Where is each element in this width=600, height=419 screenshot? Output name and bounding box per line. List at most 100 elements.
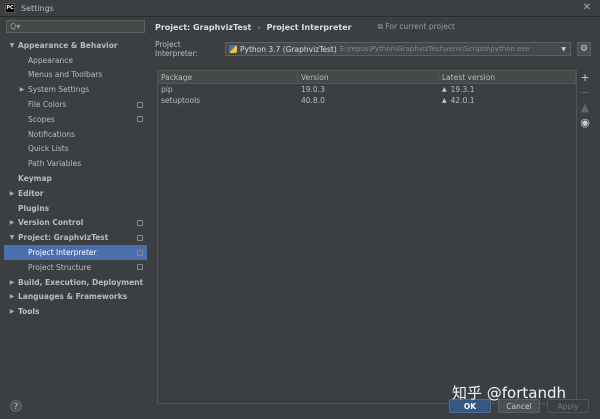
chevron-right-icon[interactable]: ▶ — [8, 293, 16, 300]
project-level-icon — [137, 116, 143, 123]
sidebar-item-appearance-behavior[interactable]: ▼ Appearance & Behavior — [4, 38, 147, 53]
interpreter-settings-button[interactable]: ⚙ — [577, 42, 591, 56]
chevron-right-icon[interactable]: ▶ — [8, 279, 16, 286]
project-level-icon — [137, 234, 143, 241]
sidebar-item-label: File Colors — [28, 100, 67, 110]
chevron-right-icon[interactable]: ▶ — [18, 86, 26, 93]
watermark: 知乎 @fortandh — [452, 384, 567, 402]
breadcrumb-page: Project Interpreter — [266, 22, 352, 32]
add-package-button[interactable]: + — [580, 70, 589, 85]
project-level-icon — [137, 264, 143, 271]
sidebar-item-editor[interactable]: ▶ Editor — [4, 186, 147, 201]
sidebar-item-project-structure[interactable]: Project Structure — [4, 260, 147, 275]
header-package[interactable]: Package — [158, 71, 298, 83]
header-version[interactable]: Version — [298, 71, 439, 83]
chevron-right-icon[interactable]: ▶ — [8, 219, 16, 226]
sidebar-item-plugins[interactable]: Plugins — [4, 201, 147, 216]
pycharm-logo-icon: PC — [5, 3, 15, 13]
interpreter-label: Project Interpreter: — [155, 40, 198, 58]
sidebar-item-label: Project Structure — [28, 262, 91, 272]
upgrade-available-icon: ▲ — [442, 97, 447, 104]
table-row[interactable]: pip 19.0.3 ▲ 19.3.1 — [158, 84, 576, 95]
help-button[interactable]: ? — [10, 400, 22, 412]
search-icon: Q▾ — [10, 22, 21, 31]
sidebar-item-build-execution-deployment[interactable]: ▶ Build, Execution, Deployment — [4, 275, 147, 290]
project-level-icon — [137, 101, 143, 108]
table-body: pip 19.0.3 ▲ 19.3.1 setuptools 40.8.0 ▲ 42.0.1 — [158, 84, 576, 106]
main-panel: Project: GraphvizTest › Project Interpre… — [155, 20, 595, 404]
latest-version-label: 42.0.1 — [450, 96, 475, 105]
sidebar-item-quick-lists[interactable]: Quick Lists — [4, 142, 147, 157]
sidebar-item-label: Build, Execution, Deployment — [18, 277, 144, 287]
sidebar-item-label: Project: GraphvizTest — [18, 233, 109, 243]
scope-note: ⧉ For current project — [378, 22, 455, 32]
project-level-icon — [137, 249, 143, 256]
sidebar-item-label: Keymap — [18, 174, 52, 184]
interpreter-select[interactable]: Python 3.7 (GraphvizTest) E:\repos\Pytho… — [225, 42, 571, 56]
python-icon — [229, 45, 237, 53]
upgrade-available-icon: ▲ — [442, 86, 447, 93]
sidebar-item-label: Version Control — [18, 218, 84, 228]
chevron-right-icon[interactable]: ▶ — [8, 308, 16, 315]
table-header: Package Version Latest version — [158, 71, 576, 84]
sidebar-item-menus-and-toolbars[interactable]: Menus and Toolbars — [4, 68, 147, 83]
package-name: pip — [161, 85, 173, 94]
sidebar-item-system-settings[interactable]: ▶ System Settings — [4, 82, 147, 97]
project-level-icon — [137, 219, 143, 226]
packages-table: Package Version Latest version pip 19.0.3… — [157, 70, 577, 404]
sidebar-item-file-colors[interactable]: File Colors — [4, 97, 147, 112]
close-icon[interactable]: ✕ — [583, 2, 591, 13]
sidebar-item-label: Project Interpreter — [28, 248, 97, 258]
breadcrumb-project: Project: GraphvizTest — [155, 22, 252, 32]
copy-icon: ⧉ — [377, 22, 383, 31]
sidebar-item-label: Plugins — [18, 203, 50, 213]
latest-version-label: 19.3.1 — [450, 85, 475, 94]
chevron-down-icon[interactable]: ▼ — [8, 234, 16, 241]
interpreter-row: Project Interpreter: Python 3.7 (Graphvi… — [155, 40, 595, 58]
sidebar-item-path-variables[interactable]: Path Variables — [4, 156, 147, 171]
scope-note-text: For current project — [385, 22, 455, 31]
sidebar-item-appearance[interactable]: Appearance — [4, 53, 147, 68]
sidebar-item-label: Tools — [18, 307, 40, 317]
chevron-down-icon[interactable]: ▼ — [8, 42, 16, 49]
sidebar-item-label: Appearance — [28, 55, 74, 65]
sidebar-item-scopes[interactable]: Scopes — [4, 112, 147, 127]
sidebar-item-tools[interactable]: ▶ Tools — [4, 304, 147, 319]
package-latest-version: ▲ 42.0.1 — [439, 95, 576, 106]
sidebar-item-languages-frameworks[interactable]: ▶ Languages & Frameworks — [4, 290, 147, 305]
sidebar-item-keymap[interactable]: Keymap — [4, 171, 147, 186]
sidebar-item-label: Quick Lists — [28, 144, 69, 154]
upgrade-package-button[interactable]: ▲ — [581, 100, 589, 115]
breadcrumb: Project: GraphvizTest › Project Interpre… — [155, 20, 595, 34]
package-toolbar: + − ▲ ◉ — [579, 70, 591, 130]
window-title: Settings — [21, 3, 54, 13]
sidebar-item-label: Appearance & Behavior — [18, 40, 118, 50]
gear-icon: ⚙ — [579, 44, 589, 54]
chevron-down-icon: ▼ — [561, 45, 566, 53]
sidebar-item-project-graphviztest[interactable]: ▼ Project: GraphvizTest — [4, 230, 147, 245]
settings-tree: ▼ Appearance & Behavior Appearance Menus an… — [4, 38, 147, 319]
search-input[interactable]: Q▾ — [6, 20, 145, 33]
table-row[interactable]: setuptools 40.8.0 ▲ 42.0.1 — [158, 95, 576, 106]
header-latest-version[interactable]: Latest version — [439, 71, 576, 83]
chevron-right-icon[interactable]: ▶ — [8, 190, 16, 197]
interpreter-name: Python 3.7 (GraphvizTest) — [240, 44, 337, 54]
sidebar-item-label: Languages & Frameworks — [18, 292, 128, 302]
sidebar-item-project-interpreter[interactable]: Project Interpreter — [4, 245, 147, 260]
sidebar-item-label: Scopes — [28, 114, 55, 124]
title-bar: PC Settings ✕ — [0, 0, 600, 17]
sidebar-item-label: Path Variables — [28, 159, 82, 169]
package-version: 19.0.3 — [301, 85, 325, 94]
package-name: setuptools — [161, 96, 201, 105]
sidebar-item-version-control[interactable]: ▶ Version Control — [4, 216, 147, 231]
sidebar-item-label: Notifications — [28, 129, 75, 139]
interpreter-path: E:\repos\Python\GraphvizTest\venv\Script… — [339, 45, 530, 53]
package-version: 40.8.0 — [301, 96, 325, 105]
remove-package-button[interactable]: − — [580, 85, 589, 100]
settings-sidebar: Q▾ ▼ Appearance & Behavior Appearance Menus… — [4, 20, 147, 394]
sidebar-item-label: Menus and Toolbars — [28, 70, 103, 80]
show-early-releases-eye-icon[interactable]: ◉ — [580, 115, 590, 130]
package-latest-version: ▲ 19.3.1 — [439, 84, 576, 95]
sidebar-item-notifications[interactable]: Notifications — [4, 127, 147, 142]
breadcrumb-separator: › — [257, 22, 261, 32]
